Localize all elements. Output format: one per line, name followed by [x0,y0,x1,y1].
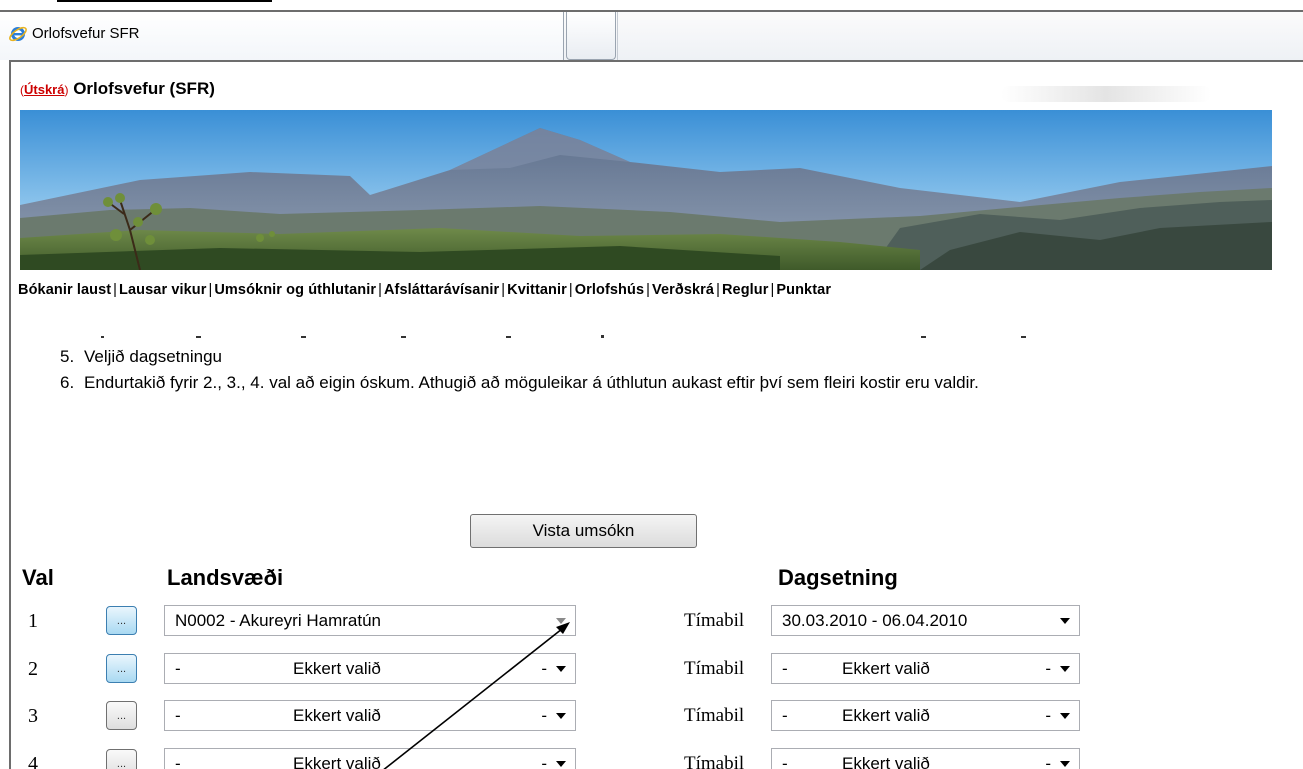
choice-row: 3 ... - Ekkert valið - Tímabil - Ekkert … [11,700,1303,736]
timabil-label: Tímabil [684,705,745,726]
paren-close: ) [64,83,69,97]
nav-verdskra[interactable]: Verðskrá [650,282,716,298]
instruction-item: 5. Veljið dagsetningu [60,345,1160,369]
row-number: 2 [28,658,38,680]
region-select-value: N0002 - Akureyri Hamratún [175,611,381,630]
date-select-value: Ekkert valið [842,754,930,769]
nav-lausar-vikur[interactable]: Lausar vikur [117,282,208,298]
chevron-down-icon [556,666,566,672]
date-select[interactable]: - Ekkert valið - [771,700,1080,731]
region-select-value: Ekkert valið [293,659,381,678]
select-dash: - [175,754,181,769]
chevron-down-icon [556,618,566,624]
date-select[interactable]: - Ekkert valið - [771,748,1080,769]
select-dash: - [175,706,181,725]
nav-reglur[interactable]: Reglur [720,282,771,298]
row-number: 3 [28,705,38,727]
chevron-down-icon [556,761,566,767]
pick-button[interactable]: ... [106,606,137,635]
select-dash: - [175,659,181,678]
pick-button[interactable]: ... [106,701,137,730]
internet-explorer-icon [9,26,27,42]
region-select[interactable]: - Ekkert valið - [164,748,576,769]
choice-row: 2 ... - Ekkert valið - Tímabil - Ekkert … [11,653,1303,689]
chevron-down-icon [1060,618,1070,624]
save-application-button[interactable]: Vista umsókn [470,514,697,548]
main-nav: Bókanir laust | Lausar vikur | Umsóknir og ú… [16,282,833,298]
select-dash: - [541,754,547,769]
logout-link[interactable]: Útskrá [24,82,64,97]
date-select-value: Ekkert valið [842,706,930,725]
region-select-value: Ekkert valið [293,754,381,769]
chevron-down-icon [1060,761,1070,767]
nav-bokanir-laust[interactable]: Bókanir laust [16,282,113,298]
column-header-val: Val [22,565,54,590]
row-number: 1 [28,610,38,632]
select-dash: - [782,659,788,678]
nav-umsoknir[interactable]: Umsóknir og úthlutanir [212,282,378,298]
select-dash: - [782,706,788,725]
region-select[interactable]: - Ekkert valið - [164,700,576,731]
select-dash: - [1045,754,1051,769]
timabil-label: Tímabil [684,658,745,679]
select-dash: - [541,659,547,678]
mountain-landscape-banner [20,110,1272,270]
browser-tab-title: Orlofsvefur SFR [32,25,140,42]
instruction-item: 6. Endurtakið fyrir 2., 3., 4. val að ei… [60,371,1160,395]
row-number: 4 [28,753,38,769]
select-dash: - [1045,706,1051,725]
nav-kvittanir[interactable]: Kvittanir [505,282,569,298]
nav-orlofshus[interactable]: Orlofshús [573,282,646,298]
region-select[interactable]: - Ekkert valið - [164,653,576,684]
top-edge-line [57,0,272,2]
date-select-value: Ekkert valið [842,659,930,678]
chevron-down-icon [1060,666,1070,672]
instruction-number: 5. [60,347,75,366]
page-header: (Útskrá) Orlofsvefur (SFR) [20,79,215,99]
choice-row: 1 ... N0002 - Akureyri Hamratún Tímabil … [11,605,1303,641]
instruction-text: Veljið dagsetningu [84,347,223,366]
date-select[interactable]: 30.03.2010 - 06.04.2010 [771,605,1080,636]
nav-punktar[interactable]: Punktar [774,282,833,298]
new-tab-button[interactable] [566,12,616,60]
select-dash: - [782,754,788,769]
nav-afslattaravisanir[interactable]: Afsláttarávísanir [382,282,501,298]
instruction-number: 6. [60,373,75,392]
chevron-down-icon [1060,713,1070,719]
timabil-label: Tímabil [684,610,745,631]
date-select[interactable]: - Ekkert valið - [771,653,1080,684]
page-content: (Útskrá) Orlofsvefur (SFR) Bókanir laust… [9,60,1303,769]
timabil-label: Tímabil [684,753,745,769]
clipped-text-fragments [101,335,1026,338]
select-dash: - [541,706,547,725]
instructions-list: 5. Veljið dagsetningu 6. Endurtakið fyri… [60,345,1160,397]
date-select-value: 30.03.2010 - 06.04.2010 [782,611,968,630]
column-header-dagsetning: Dagsetning [778,565,898,590]
chevron-down-icon [556,713,566,719]
blurred-user-info [1001,86,1211,102]
browser-tab-bar: Orlofsvefur SFR [0,10,1303,60]
select-dash: - [1045,659,1051,678]
pick-button[interactable]: ... [106,654,137,683]
instruction-text: Endurtakið fyrir 2., 3., 4. val að eigin… [84,373,979,392]
choice-row: 4 ... - Ekkert valið - Tímabil - Ekkert … [11,748,1303,769]
page-title: Orlofsvefur (SFR) [73,79,215,98]
tab-bar-empty [617,12,1303,60]
pick-button[interactable]: ... [106,749,137,769]
column-header-landsvaedi: Landsvæði [167,565,284,590]
region-select[interactable]: N0002 - Akureyri Hamratún [164,605,576,636]
region-select-value: Ekkert valið [293,706,381,725]
browser-tab-active[interactable]: Orlofsvefur SFR [0,12,564,60]
